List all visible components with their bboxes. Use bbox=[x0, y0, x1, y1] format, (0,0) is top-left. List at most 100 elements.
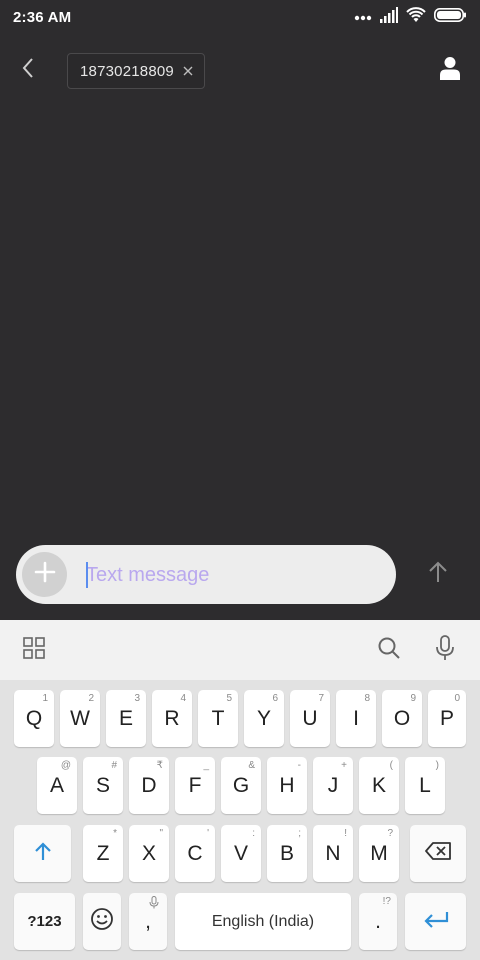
backspace-icon bbox=[425, 841, 451, 866]
key-hint: " bbox=[159, 828, 163, 839]
symbols-key[interactable]: ?123 bbox=[14, 893, 75, 950]
key-a[interactable]: A @ bbox=[37, 757, 77, 814]
keyboard-search-button[interactable] bbox=[375, 636, 403, 664]
key-z[interactable]: Z * bbox=[83, 825, 123, 882]
apps-grid-button[interactable] bbox=[20, 636, 48, 664]
shift-key[interactable] bbox=[14, 825, 71, 882]
period-key[interactable]: .!? bbox=[359, 893, 397, 950]
space-key[interactable]: English (India) bbox=[175, 893, 351, 950]
recipient-number: 18730218809 bbox=[80, 62, 174, 80]
key-i[interactable]: I8 bbox=[336, 690, 376, 747]
key-hint: * bbox=[113, 828, 117, 839]
add-contact-button[interactable] bbox=[434, 54, 466, 86]
chevron-left-icon bbox=[21, 57, 35, 84]
key-hint: @ bbox=[60, 760, 71, 771]
key-label: D bbox=[141, 773, 157, 797]
attach-button[interactable] bbox=[22, 552, 67, 597]
enter-icon bbox=[423, 910, 449, 934]
key-b[interactable]: B; bbox=[267, 825, 307, 882]
key-label: ?123 bbox=[27, 913, 62, 930]
key-label: E bbox=[118, 706, 133, 730]
key-label: K bbox=[371, 773, 386, 797]
key-u[interactable]: U7 bbox=[290, 690, 330, 747]
key-label: English (India) bbox=[211, 912, 315, 930]
key-label: I bbox=[353, 706, 359, 730]
key-l[interactable]: L) bbox=[405, 757, 445, 814]
key-c[interactable]: C ' bbox=[175, 825, 215, 882]
key-label: F bbox=[188, 773, 202, 797]
key-hint: 1 bbox=[42, 693, 48, 704]
key-hint: 2 bbox=[88, 693, 94, 704]
key-label: T bbox=[211, 706, 225, 730]
key-hint: ( bbox=[389, 760, 393, 771]
key-hint: ! bbox=[344, 828, 347, 839]
key-label: J bbox=[327, 773, 339, 797]
more-notifications-icon bbox=[354, 8, 372, 26]
key-label: L bbox=[419, 773, 431, 797]
send-button[interactable] bbox=[420, 556, 456, 592]
key-label: Q bbox=[25, 706, 43, 730]
comma-key[interactable]: , bbox=[129, 893, 167, 950]
key-label: B bbox=[279, 841, 294, 865]
key-k[interactable]: K( bbox=[359, 757, 399, 814]
key-hint: 3 bbox=[134, 693, 140, 704]
key-hint: & bbox=[248, 760, 255, 771]
key-label: N bbox=[325, 841, 341, 865]
voice-input-button[interactable] bbox=[431, 634, 459, 664]
wifi-icon bbox=[406, 6, 426, 28]
key-n[interactable]: N! bbox=[313, 825, 353, 882]
battery-icon bbox=[434, 7, 466, 27]
status-time: 2:36 AM bbox=[13, 9, 72, 26]
key-hint: !? bbox=[382, 896, 391, 907]
key-e[interactable]: E3 bbox=[106, 690, 146, 747]
key-label: H bbox=[279, 773, 295, 797]
key-q[interactable]: Q1 bbox=[14, 690, 54, 747]
key-hint: ₹ bbox=[156, 760, 163, 771]
key-hint: - bbox=[297, 760, 301, 771]
key-m[interactable]: M? bbox=[359, 825, 399, 882]
person-icon bbox=[440, 56, 460, 85]
signal-icon bbox=[380, 6, 398, 28]
key-hint: ? bbox=[387, 828, 393, 839]
key-hint: 6 bbox=[272, 693, 278, 704]
key-w[interactable]: W2 bbox=[60, 690, 100, 747]
key-hint: : bbox=[252, 828, 255, 839]
microphone-icon bbox=[149, 896, 159, 912]
text-cursor bbox=[86, 562, 88, 588]
plus-icon bbox=[34, 561, 56, 588]
status-bar: 2:36 AM bbox=[0, 0, 480, 34]
keyboard: Q1 W2 E3 R4 T5 Y6 U7 I8 O9 P0 A @ S # D ₹ F… bbox=[0, 680, 480, 960]
key-j[interactable]: J + bbox=[313, 757, 353, 814]
recipient-chip[interactable]: 18730218809 bbox=[67, 53, 205, 89]
key-label: W bbox=[70, 706, 90, 730]
close-icon[interactable] bbox=[182, 65, 194, 77]
key-h[interactable]: H- bbox=[267, 757, 307, 814]
key-d[interactable]: D ₹ bbox=[129, 757, 169, 814]
key-f[interactable]: F _ bbox=[175, 757, 215, 814]
shift-arrow-icon bbox=[33, 841, 53, 867]
backspace-key[interactable] bbox=[410, 825, 466, 882]
key-g[interactable]: G & bbox=[221, 757, 261, 814]
conversation-header: 18730218809 bbox=[0, 50, 480, 94]
key-hint: # bbox=[111, 760, 117, 771]
key-s[interactable]: S # bbox=[83, 757, 123, 814]
message-input[interactable] bbox=[86, 559, 376, 591]
smiley-icon bbox=[90, 907, 114, 937]
key-hint: 4 bbox=[180, 693, 186, 704]
key-y[interactable]: Y6 bbox=[244, 690, 284, 747]
back-button[interactable] bbox=[12, 54, 44, 86]
key-x[interactable]: X " bbox=[129, 825, 169, 882]
enter-key[interactable] bbox=[405, 893, 466, 950]
key-label: C bbox=[187, 841, 203, 865]
key-hint: 5 bbox=[226, 693, 232, 704]
key-label: R bbox=[164, 706, 180, 730]
key-label: A bbox=[49, 773, 64, 797]
key-o[interactable]: O9 bbox=[382, 690, 422, 747]
key-t[interactable]: T5 bbox=[198, 690, 238, 747]
key-v[interactable]: V: bbox=[221, 825, 261, 882]
key-label: M bbox=[370, 841, 388, 865]
emoji-key[interactable] bbox=[83, 893, 121, 950]
key-r[interactable]: R4 bbox=[152, 690, 192, 747]
key-p[interactable]: P0 bbox=[428, 690, 466, 747]
status-icons bbox=[354, 6, 466, 28]
